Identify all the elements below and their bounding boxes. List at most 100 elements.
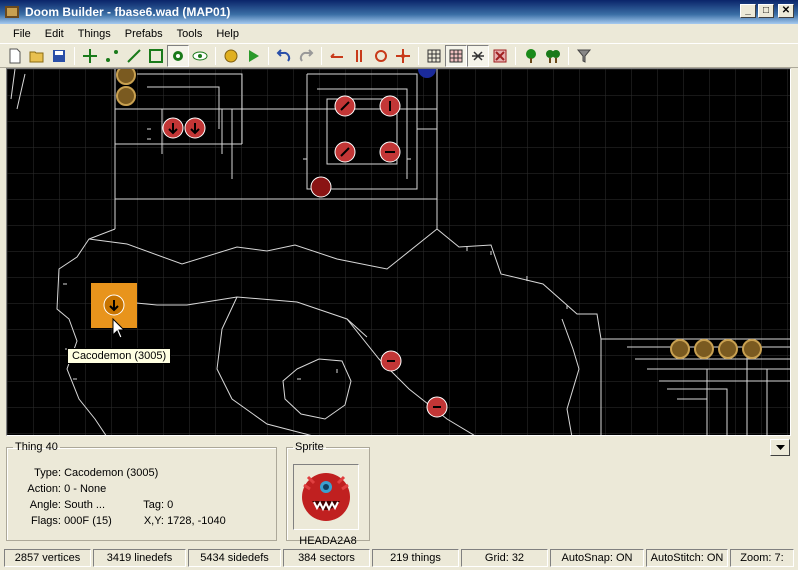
- tag-label: Tag:: [143, 499, 164, 511]
- toolbar-separator: [321, 46, 322, 65]
- test-map-icon: [249, 49, 259, 62]
- 3d-mode-button[interactable]: [189, 45, 211, 67]
- new-file-button[interactable]: [4, 45, 26, 67]
- move-mode-icon: [83, 48, 97, 63]
- filter-button[interactable]: [573, 45, 595, 67]
- menu-file[interactable]: File: [6, 28, 38, 40]
- map-view[interactable]: Cacodemon (3005): [6, 68, 791, 436]
- info-panel: Thing 40 Type: Cacodemon (3005) Action: …: [0, 436, 798, 547]
- delete-icon: [493, 49, 507, 62]
- menu-prefabs[interactable]: Prefabs: [118, 28, 170, 40]
- menu-things[interactable]: Things: [71, 28, 118, 40]
- status-sidedefs: 5434 sidedefs: [188, 549, 281, 567]
- filter-icon: [576, 49, 592, 63]
- status-autostitch: AutoStitch: ON: [646, 549, 728, 567]
- thing-info-legend: Thing 40: [15, 441, 58, 453]
- flip-horizontal-icon: [330, 52, 343, 58]
- flags-label: Flags:: [31, 515, 61, 527]
- build-nodes-button[interactable]: [220, 45, 242, 67]
- stitch-button[interactable]: [467, 44, 489, 67]
- delete-button[interactable]: [489, 45, 511, 67]
- flags-value: 000F (15): [64, 515, 112, 527]
- status-sectors: 384 sectors: [283, 549, 370, 567]
- map-canvas[interactable]: [7, 69, 791, 436]
- toolbar-separator: [418, 46, 419, 65]
- grid-icon: [427, 49, 441, 62]
- undo-icon: [276, 48, 291, 62]
- angle-value: South ...: [64, 499, 106, 511]
- sectors-mode-icon: [149, 48, 163, 63]
- sprite-preview: [293, 464, 359, 530]
- vertices-mode-icon: [106, 49, 118, 62]
- maximize-button[interactable]: □: [758, 4, 774, 18]
- tree-button[interactable]: [520, 45, 542, 67]
- linedefs-mode-icon: [127, 48, 141, 63]
- toolbar-separator: [515, 46, 516, 65]
- status-bar: 2857 vertices 3419 linedefs 5434 sidedef…: [0, 546, 798, 570]
- window-title: Doom Builder - fbase6.wad (MAP01): [25, 5, 231, 19]
- chevron-down-icon: [775, 444, 785, 450]
- menu-tools[interactable]: Tools: [170, 28, 210, 40]
- status-things: 219 things: [372, 549, 459, 567]
- save-icon: [53, 49, 65, 62]
- vertices-mode-button[interactable]: [101, 45, 123, 67]
- snap-grid-button[interactable]: [445, 44, 467, 67]
- test-map-button[interactable]: [242, 45, 264, 67]
- status-grid: Grid: 32: [461, 549, 548, 567]
- flip-horizontal-button[interactable]: [326, 45, 348, 67]
- title-bar: Doom Builder - fbase6.wad (MAP01) _ □ ✕: [0, 0, 798, 24]
- angle-label: Angle:: [29, 499, 61, 511]
- toolbar: [0, 43, 798, 68]
- things-mode-icon: [173, 50, 183, 61]
- build-nodes-icon: [224, 49, 238, 62]
- stitch-icon: [472, 50, 484, 61]
- app-icon: [5, 6, 19, 18]
- sprite-legend: Sprite: [295, 441, 324, 453]
- flip-vertical-button[interactable]: [348, 45, 370, 67]
- thing-info-box: Thing 40 Type: Cacodemon (3005) Action: …: [6, 441, 277, 541]
- type-value: Cacodemon (3005): [64, 467, 159, 479]
- undo-button[interactable]: [273, 45, 295, 67]
- menu-edit[interactable]: Edit: [38, 28, 71, 40]
- open-file-button[interactable]: [26, 45, 48, 67]
- tree-alt-icon: [546, 49, 560, 63]
- grid-button[interactable]: [423, 45, 445, 67]
- toolbar-separator: [74, 46, 75, 65]
- 3d-mode-icon: [192, 51, 208, 60]
- minimize-button[interactable]: _: [740, 4, 756, 18]
- toolbar-separator: [268, 46, 269, 65]
- redo-button[interactable]: [295, 45, 317, 67]
- status-linedefs: 3419 linedefs: [93, 549, 186, 567]
- redo-icon: [299, 48, 314, 62]
- menu-bar: File Edit Things Prefabs Tools Help: [0, 24, 798, 43]
- toolbar-separator: [568, 46, 569, 65]
- save-button[interactable]: [48, 45, 70, 67]
- status-autosnap: AutoSnap: ON: [550, 549, 644, 567]
- tree-icon: [526, 48, 536, 63]
- toolbar-separator: [215, 46, 216, 65]
- close-button[interactable]: ✕: [778, 4, 794, 18]
- snap-grid-icon: [449, 49, 463, 62]
- xy-value: 1728, -1040: [167, 515, 226, 527]
- tag-value: 0: [167, 499, 174, 511]
- xy-label: X,Y:: [143, 515, 164, 527]
- thing-tooltip: Cacodemon (3005): [67, 348, 172, 364]
- tree-alt-button[interactable]: [542, 45, 564, 67]
- status-zoom: Zoom: 7:: [730, 549, 794, 567]
- panel-dropdown-button[interactable]: [770, 439, 790, 456]
- scale-icon: [396, 48, 410, 63]
- type-label: Type:: [34, 467, 61, 479]
- things-mode-button[interactable]: [167, 44, 189, 67]
- menu-help[interactable]: Help: [209, 28, 246, 40]
- cacodemon-sprite-icon: [302, 473, 350, 521]
- scale-button[interactable]: [392, 45, 414, 67]
- new-file-icon: [9, 48, 21, 63]
- linedefs-mode-button[interactable]: [123, 45, 145, 67]
- rotate-button[interactable]: [370, 45, 392, 67]
- sectors-mode-button[interactable]: [145, 45, 167, 67]
- open-folder-icon: [29, 51, 44, 62]
- status-vertices: 2857 vertices: [4, 549, 91, 567]
- flip-vertical-icon: [356, 49, 362, 62]
- move-mode-button[interactable]: [79, 45, 101, 67]
- sprite-box: Sprite HEADA2A8: [286, 441, 370, 547]
